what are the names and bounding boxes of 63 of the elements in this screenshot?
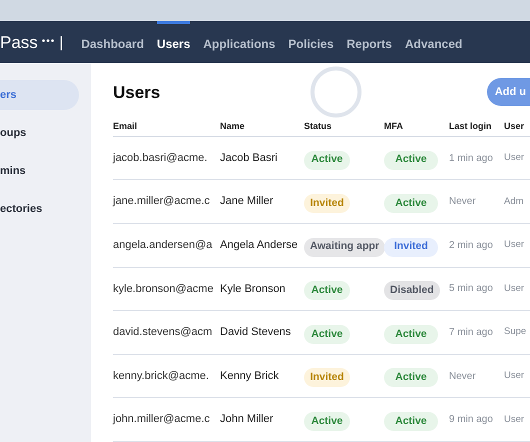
column-header: Email: [113, 120, 138, 134]
name-cell-text: Jacob Basri: [220, 150, 278, 166]
column-header: Last login: [449, 120, 492, 134]
brand-name: Pass: [0, 34, 38, 50]
status-badge: Active: [384, 368, 438, 388]
name-cell-text: Jane Miller: [220, 194, 274, 210]
brand-separator: |: [59, 34, 64, 50]
email-cell-text: kenny.brick@acme.: [113, 368, 210, 384]
nav-tab[interactable]: Reports: [346, 21, 392, 63]
status-badge: Invited: [304, 368, 350, 388]
name-cell-text: Kyle Bronson: [220, 282, 286, 297]
sidebar-item[interactable]: oups: [0, 118, 79, 148]
status-badge: Active: [384, 324, 438, 344]
last-login-cell-text: Never: [449, 370, 477, 384]
last-login-cell-text: 1 min ago: [449, 152, 494, 166]
status-badge: Disabled: [384, 281, 440, 300]
status-badge: Active: [384, 194, 438, 214]
name-cell-text: David Stevens: [220, 325, 292, 340]
role-cell-text: User: [504, 238, 526, 252]
status-badge: Invited: [384, 238, 438, 257]
role-cell-text: Supe: [504, 325, 528, 340]
column-header: Status: [304, 120, 333, 134]
nav-tab[interactable]: Applications: [203, 21, 276, 63]
last-login-cell-text: 9 min ago: [449, 413, 494, 428]
last-login-cell-text: 7 min ago: [449, 326, 494, 340]
column-header: MFA: [384, 120, 404, 134]
status-badge: Active: [304, 324, 350, 344]
loading-spinner-icon: [310, 66, 362, 118]
page-title: Users: [113, 82, 160, 104]
name-cell-text: John Miller: [220, 412, 274, 428]
status-badge: Awaiting appr: [304, 238, 386, 257]
role-cell-text: Adm: [504, 194, 525, 209]
role-cell-text: User: [504, 151, 526, 166]
status-badge: Active: [384, 150, 438, 170]
email-cell-text: angela.andersen@a: [113, 238, 214, 254]
email-cell-text: david.stevens@acm: [113, 325, 214, 340]
sidebar-item[interactable]: ers: [0, 80, 79, 110]
column-header: Name: [220, 120, 246, 134]
role-cell-text: User: [504, 412, 526, 427]
brand-dots: •••: [42, 37, 56, 47]
last-login-cell-text: 5 min ago: [449, 282, 494, 296]
email-cell-text: kyle.bronson@acme: [113, 282, 214, 297]
nav-tab[interactable]: Policies: [288, 21, 334, 63]
status-badge: Active: [384, 412, 438, 432]
last-login-cell-text: Never: [449, 195, 477, 210]
sidebar-item[interactable]: mins: [0, 156, 79, 186]
status-badge: Active: [304, 412, 350, 432]
status-badge: Active: [304, 281, 350, 300]
email-cell-text: jane.miller@acme.c: [113, 194, 211, 210]
nav-tab[interactable]: Dashboard: [81, 21, 144, 63]
column-header: User: [504, 120, 526, 134]
email-cell-text: john.miller@acme.c: [113, 412, 211, 428]
role-cell-text: User: [504, 368, 526, 383]
email-cell-text: jacob.basri@acme.: [113, 150, 208, 166]
name-cell-text: Kenny Brick: [220, 368, 280, 384]
nav-tab[interactable]: Advanced: [404, 21, 462, 63]
last-login-cell-text: 2 min ago: [449, 238, 494, 253]
status-badge: Invited: [304, 194, 350, 214]
sidebar-item[interactable]: ectories: [0, 194, 79, 224]
nav-tab[interactable]: Users: [156, 21, 190, 63]
role-cell-text: User: [504, 282, 526, 296]
status-badge: Active: [304, 150, 350, 170]
name-cell-text: Angela Anderse: [220, 238, 299, 254]
